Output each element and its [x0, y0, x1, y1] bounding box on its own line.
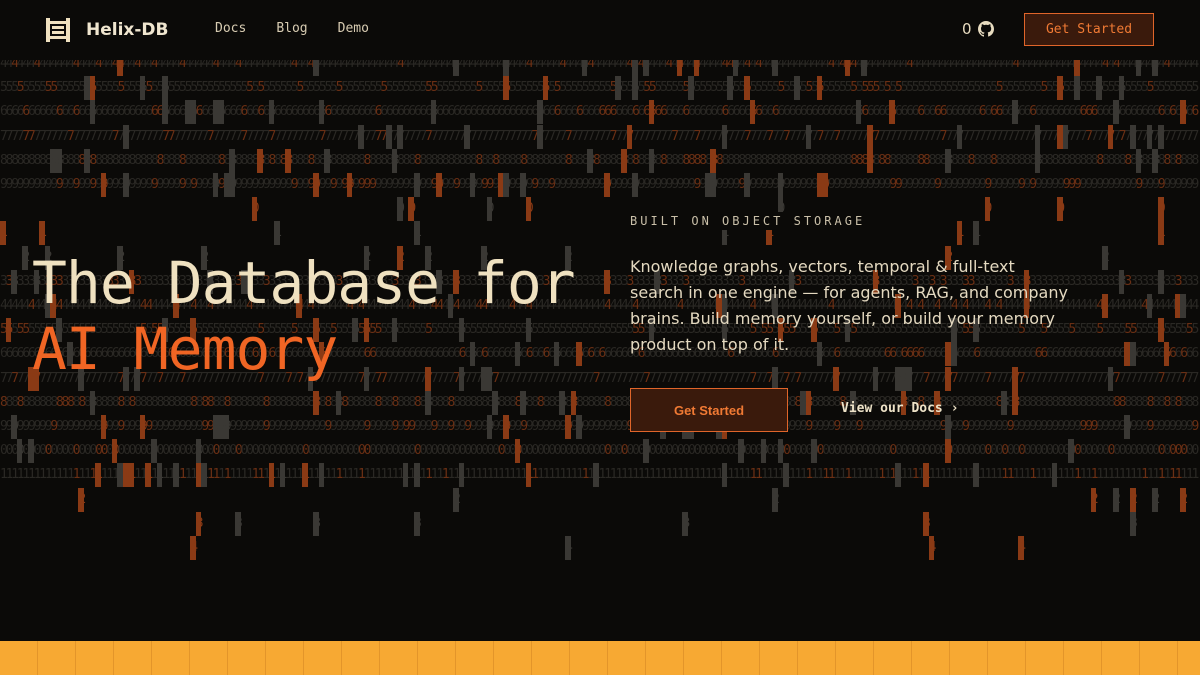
github-icon	[977, 21, 994, 37]
digit-row: 8888888888888888888888888888888888888888…	[0, 148, 1199, 173]
hero-description: Knowledge graphs, vectors, temporal & fu…	[630, 257, 1068, 354]
digit-row: 1111111111111111111111111111111111111111…	[0, 463, 1199, 488]
view-docs-label: View our Docs	[841, 401, 943, 416]
digit-row: 9999999999999999999999999999999999999999…	[0, 415, 1199, 439]
hero-eyebrow: BUILT ON OBJECT STORAGE	[630, 212, 866, 230]
top-navigation: Helix-DB Docs Blog Demo 0 Get Started	[0, 0, 1200, 60]
digit-row: 8888888888888888888888888888888888888888…	[0, 390, 1199, 415]
digit-row: 6666666666666666666666666666666666666666…	[0, 100, 1199, 125]
digit-row: 0000000000000000000000000000000000000000…	[0, 439, 1199, 464]
nav-docs-link[interactable]: Docs	[215, 21, 246, 36]
bottom-accent-bar	[0, 641, 1200, 675]
brand-logo[interactable]: Helix-DB	[44, 16, 169, 44]
view-docs-link[interactable]: View our Docs ›	[841, 401, 959, 416]
digit-row: 1 1 1 1 1 1 1 1 1	[0, 221, 1197, 246]
hero-get-started-button[interactable]: Get Started	[630, 388, 788, 432]
digit-row: 0 0 0 0 0 0 0 0 0	[0, 197, 1197, 222]
digit-row: 5555555555555555555555555555555555555555…	[0, 76, 1199, 101]
digit-row: 2 2 2 2 2 2 2 2	[0, 487, 1197, 512]
digit-row: 9999999999999999999999999999999999999999…	[0, 173, 1199, 197]
github-stars-link[interactable]: 0	[962, 20, 994, 38]
nav-demo-link[interactable]: Demo	[338, 21, 369, 36]
github-star-count: 0	[962, 20, 972, 38]
hero-title-line-2: AI Memory	[32, 315, 338, 383]
hero-title: The Database for AI Memory	[32, 249, 576, 383]
digit-row: 3 3 3 3 3 3 3	[0, 511, 1197, 536]
hero-title-line-1: The Database for	[32, 249, 576, 317]
nav-blog-link[interactable]: Blog	[276, 21, 307, 36]
helix-logo-icon	[46, 18, 70, 42]
main-nav: Docs Blog Demo	[215, 21, 369, 36]
digit-row: 4 4 4 4	[0, 536, 1197, 560]
header-get-started-button[interactable]: Get Started	[1024, 13, 1154, 46]
brand-name: Helix-DB	[86, 20, 169, 40]
digit-row: 7777777777777777777777777777777777777777…	[0, 124, 1199, 149]
chevron-right-icon: ›	[950, 401, 959, 416]
